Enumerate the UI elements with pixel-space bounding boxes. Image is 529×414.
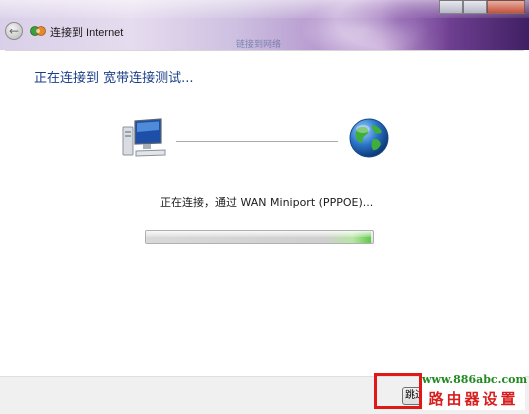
watermark-site: www.886abc.com <box>422 372 528 388</box>
progress-gloss <box>146 231 371 237</box>
connection-progress-bar <box>145 230 374 244</box>
back-arrow-icon: ← <box>8 24 20 38</box>
watermark-text: 路由器设置 <box>422 388 525 410</box>
window-controls <box>439 0 525 14</box>
back-button[interactable]: ← <box>5 22 23 40</box>
page-title: 正在连接到 宽带连接测试... <box>34 71 194 86</box>
progress-fill <box>146 231 371 243</box>
globe-icon <box>349 118 389 158</box>
background-blur-dark <box>335 0 445 50</box>
maximize-button[interactable] <box>463 0 488 14</box>
close-button[interactable] <box>487 0 525 14</box>
network-connection-icon <box>30 26 46 36</box>
window-title: 连接到 Internet <box>50 27 124 39</box>
background-link: 链接到网络 <box>236 39 282 49</box>
connection-line <box>176 141 338 142</box>
highlight-box <box>374 373 422 409</box>
computer-icon <box>122 118 166 157</box>
content-pane <box>5 50 524 377</box>
connection-status: 正在连接，通过 WAN Miniport (PPPOE)... <box>160 196 374 209</box>
minimize-button[interactable] <box>439 0 464 14</box>
